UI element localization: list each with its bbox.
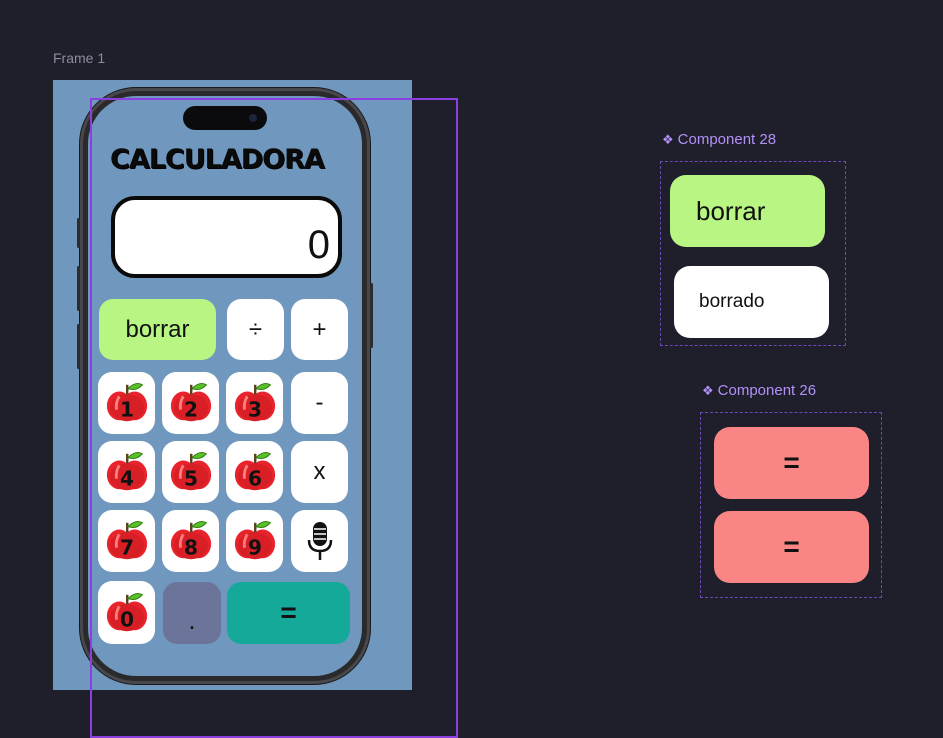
equals-variant-alt[interactable]: = xyxy=(714,511,869,583)
apple-icon: 2 xyxy=(170,383,211,421)
microphone-icon xyxy=(307,522,332,560)
frame-label[interactable]: Frame 1 xyxy=(53,50,105,66)
app-title: CALCULADORA xyxy=(110,144,325,175)
digit-7-button[interactable]: 7 xyxy=(98,510,155,572)
equals-button[interactable]: = xyxy=(227,582,350,644)
multiply-button[interactable]: x xyxy=(291,441,348,503)
apple-icon: 8 xyxy=(170,521,211,559)
digit-8-button[interactable]: 8 xyxy=(162,510,219,572)
digit-label: 1 xyxy=(120,397,134,421)
display-value: 0 xyxy=(307,223,330,267)
digit-label: 6 xyxy=(248,466,262,490)
component-icon: ❖ xyxy=(702,383,714,398)
dynamic-island xyxy=(183,106,267,130)
digit-label: 7 xyxy=(120,535,134,559)
digit-5-button[interactable]: 5 xyxy=(162,441,219,503)
digit-label: 9 xyxy=(248,535,262,559)
minus-button[interactable]: - xyxy=(291,372,348,434)
phone-power-button xyxy=(370,283,373,348)
digit-label: 4 xyxy=(120,466,134,490)
digit-9-button[interactable]: 9 xyxy=(226,510,283,572)
digit-label: 5 xyxy=(184,466,198,490)
digit-label: 3 xyxy=(248,397,262,421)
digit-1-button[interactable]: 1 xyxy=(98,372,155,434)
component-28-label[interactable]: ❖ Component 28 xyxy=(662,131,776,148)
borrado-variant[interactable]: borrado xyxy=(674,266,829,338)
microphone-button[interactable] xyxy=(291,510,348,572)
apple-icon: 4 xyxy=(106,452,147,490)
borrar-button[interactable]: borrar xyxy=(99,299,216,360)
phone-volume-up xyxy=(77,266,80,311)
apple-icon: 3 xyxy=(234,383,275,421)
digit-4-button[interactable]: 4 xyxy=(98,441,155,503)
camera-icon xyxy=(249,114,257,122)
phone-volume-down xyxy=(77,324,80,369)
apple-icon: 9 xyxy=(234,521,275,559)
digit-label: 2 xyxy=(184,397,198,421)
component-28-title: Component 28 xyxy=(677,131,777,148)
component-26-set[interactable]: = = xyxy=(700,412,882,598)
digit-2-button[interactable]: 2 xyxy=(162,372,219,434)
divide-button[interactable]: ÷ xyxy=(227,299,284,360)
plus-button[interactable]: + xyxy=(291,299,348,360)
digit-6-button[interactable]: 6 xyxy=(226,441,283,503)
component-26-title: Component 26 xyxy=(717,382,817,399)
component-icon: ❖ xyxy=(662,132,674,147)
calculator-display: 0 xyxy=(111,196,342,278)
apple-icon: 6 xyxy=(234,452,275,490)
apple-icon: 1 xyxy=(106,383,147,421)
phone-action-button xyxy=(77,218,80,248)
component-26-label[interactable]: ❖ Component 26 xyxy=(702,382,816,399)
digit-label: 0 xyxy=(120,607,134,631)
phone-mockup: CALCULADORA 0 borrar ÷ + 1 2 3 - 4 5 6 x… xyxy=(77,88,373,684)
digit-label: 8 xyxy=(184,535,198,559)
component-28-set[interactable]: borrar borrado xyxy=(660,161,846,346)
apple-icon: 5 xyxy=(170,452,211,490)
borrar-variant[interactable]: borrar xyxy=(670,175,825,247)
frame-1[interactable]: CALCULADORA 0 borrar ÷ + 1 2 3 - 4 5 6 x… xyxy=(53,80,412,690)
digit-3-button[interactable]: 3 xyxy=(226,372,283,434)
phone-screen: CALCULADORA 0 borrar ÷ + 1 2 3 - 4 5 6 x… xyxy=(88,96,362,676)
apple-icon: 7 xyxy=(106,521,147,559)
apple-icon: 0 xyxy=(106,592,147,631)
digit-0-button[interactable]: 0 xyxy=(98,581,155,644)
equals-variant-default[interactable]: = xyxy=(714,427,869,499)
decimal-button[interactable]: . xyxy=(163,582,221,644)
